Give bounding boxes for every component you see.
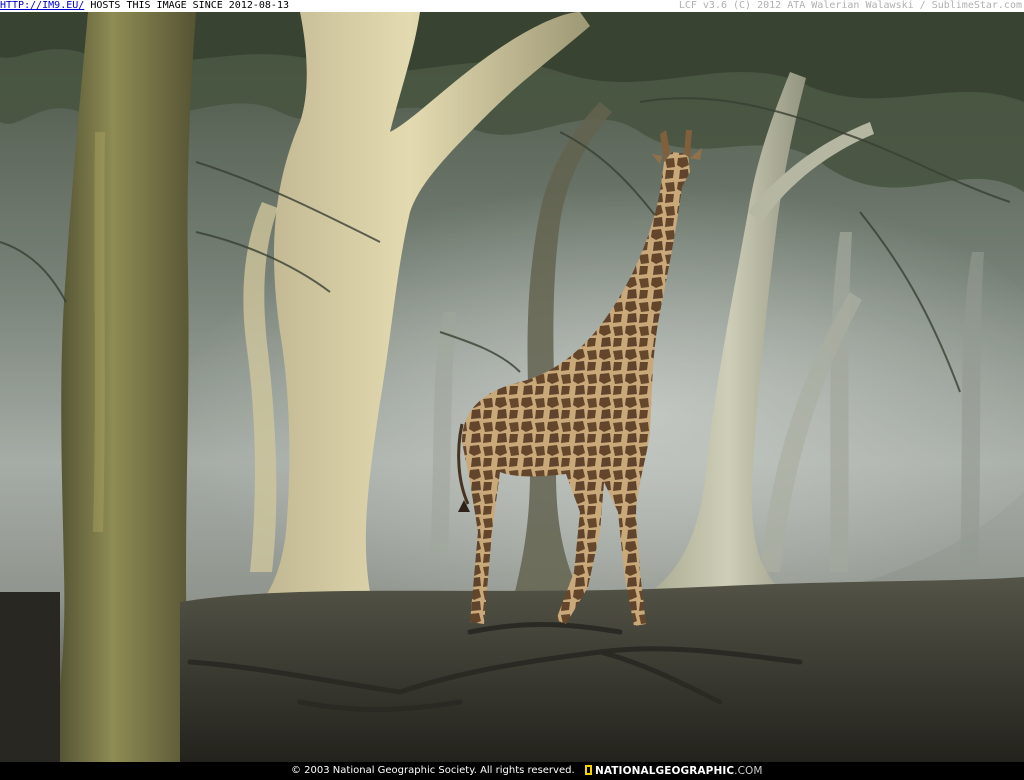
giraffe-forest-photo (0, 12, 1024, 762)
host-banner: HTTP://IM9.EU/ HOSTS THIS IMAGE SINCE 20… (0, 0, 1024, 12)
copyright-text: © 2003 National Geographic Society. All … (291, 765, 575, 776)
viewer-credit: LCF v3.6 (C) 2012 ATA Walerian Walawski … (678, 0, 1022, 11)
host-link[interactable]: HTTP://IM9.EU/ (0, 0, 84, 11)
host-banner-text: HOSTS THIS IMAGE SINCE 2012-08-13 (84, 0, 289, 11)
photo-credit-bar: © 2003 National Geographic Society. All … (0, 762, 1024, 780)
brand-name: NATIONALGEOGRAPHIC (595, 765, 735, 777)
natgeo-border-icon (585, 765, 592, 775)
brand-suffix: .COM (734, 765, 763, 777)
natgeo-logo[interactable]: NATIONALGEOGRAPHIC.COM (585, 762, 763, 780)
